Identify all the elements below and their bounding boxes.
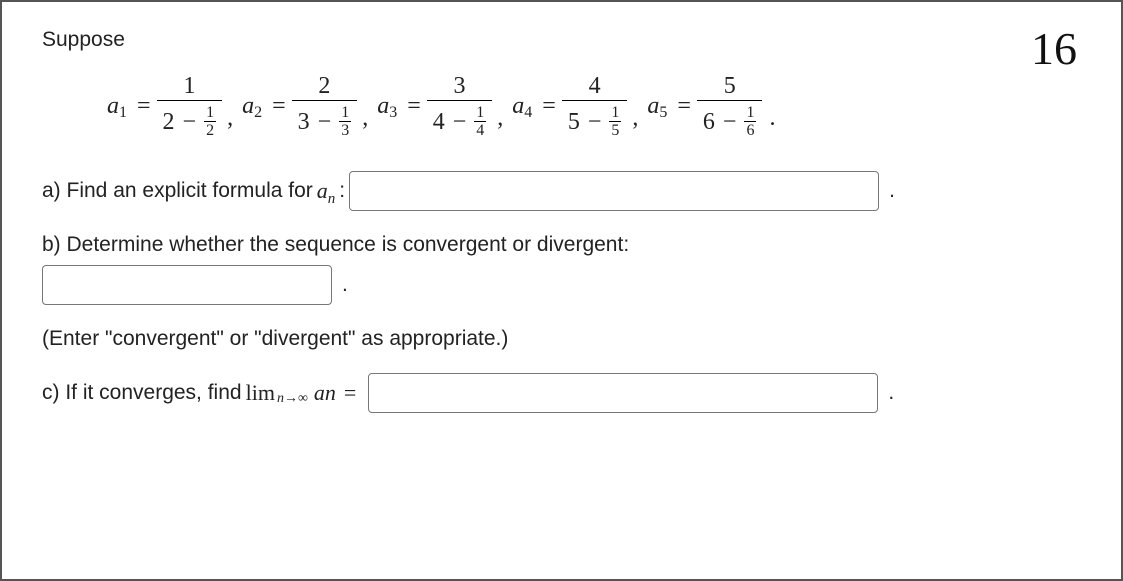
equals-sign: = bbox=[272, 93, 286, 120]
numerator: 3 bbox=[448, 72, 472, 100]
var-a: a bbox=[107, 93, 119, 120]
n-sub: n bbox=[325, 380, 336, 405]
minus-sign: − bbox=[183, 110, 197, 134]
minus-sign: − bbox=[588, 110, 602, 134]
term-a3: a 3 = 3 4 − 1 4 bbox=[377, 72, 492, 141]
denominator: 2 − 1 2 bbox=[157, 101, 223, 141]
fraction: 5 6 − 1 6 bbox=[697, 72, 763, 141]
subscript: 1 bbox=[119, 104, 127, 122]
equals-sign: = bbox=[344, 380, 356, 406]
var-a: a bbox=[647, 93, 659, 120]
denominator: 6 − 1 6 bbox=[697, 101, 763, 141]
page-number: 16 bbox=[1031, 22, 1077, 75]
equals-sign: = bbox=[542, 93, 556, 120]
arrow-icon: → bbox=[284, 391, 298, 406]
subscript: 3 bbox=[389, 104, 397, 122]
subscript: 2 bbox=[254, 104, 262, 122]
small-num: 1 bbox=[609, 105, 621, 121]
question-a-row: a) Find an explicit formula for an : . bbox=[42, 171, 1081, 211]
infinity-icon: ∞ bbox=[298, 391, 308, 406]
sequence-terms: a 1 = 1 2 − 1 2 , a 2 bbox=[104, 72, 1081, 141]
period: . bbox=[888, 381, 894, 405]
term-a4: a 4 = 4 5 − 1 5 bbox=[512, 72, 627, 141]
fraction: 1 2 − 1 2 bbox=[157, 72, 223, 141]
an-symbol: an bbox=[317, 178, 336, 204]
denominator: 4 − 1 4 bbox=[427, 101, 493, 141]
term-a2: a 2 = 2 3 − 1 3 bbox=[242, 72, 357, 141]
minus-sign: − bbox=[453, 110, 467, 134]
numerator: 5 bbox=[718, 72, 742, 100]
den-int: 2 bbox=[163, 110, 175, 134]
question-a-text: a) Find an explicit formula for bbox=[42, 179, 313, 203]
small-num: 1 bbox=[744, 105, 756, 121]
small-den: 5 bbox=[609, 122, 621, 139]
question-b-input-row: . bbox=[42, 265, 1081, 305]
question-b-row: b) Determine whether the sequence is con… bbox=[42, 233, 1081, 257]
small-fraction: 1 5 bbox=[609, 105, 621, 139]
period: . bbox=[889, 179, 895, 203]
limit-expression: lim n→∞ an = bbox=[246, 380, 365, 406]
problem-page: 16 Suppose a 1 = 1 2 − 1 2 , bbox=[0, 0, 1123, 581]
n-sub: n bbox=[328, 191, 336, 207]
small-fraction: 1 4 bbox=[474, 105, 486, 139]
small-den: 4 bbox=[474, 122, 486, 139]
answer-input-b[interactable] bbox=[42, 265, 332, 305]
den-int: 5 bbox=[568, 110, 580, 134]
var-a: a bbox=[242, 93, 254, 120]
fraction: 4 5 − 1 5 bbox=[562, 72, 628, 141]
an-symbol: an bbox=[314, 380, 336, 406]
small-fraction: 1 2 bbox=[204, 105, 216, 139]
var-a: a bbox=[377, 93, 389, 120]
lim-n: n bbox=[277, 391, 284, 406]
fraction: 3 4 − 1 4 bbox=[427, 72, 493, 141]
lim-subscript: n→∞ bbox=[277, 391, 308, 407]
comma: , bbox=[362, 105, 368, 132]
equals-sign: = bbox=[407, 93, 421, 120]
small-num: 1 bbox=[474, 105, 486, 121]
colon: : bbox=[339, 179, 345, 203]
question-c-row: c) If it converges, find lim n→∞ an = . bbox=[42, 373, 1081, 413]
den-int: 6 bbox=[703, 110, 715, 134]
a-var: a bbox=[317, 178, 328, 203]
small-num: 1 bbox=[204, 105, 216, 121]
den-int: 4 bbox=[433, 110, 445, 134]
equals-sign: = bbox=[137, 93, 151, 120]
small-den: 6 bbox=[744, 122, 756, 139]
intro-text: Suppose bbox=[42, 28, 1081, 52]
term-a5: a 5 = 5 6 − 1 6 bbox=[647, 72, 762, 141]
equals-sign: = bbox=[677, 93, 691, 120]
minus-sign: − bbox=[723, 110, 737, 134]
numerator: 2 bbox=[312, 72, 336, 100]
comma: , bbox=[632, 105, 638, 132]
denominator: 5 − 1 5 bbox=[562, 101, 628, 141]
comma: , bbox=[227, 105, 233, 132]
var-a: a bbox=[512, 93, 524, 120]
small-fraction: 1 6 bbox=[744, 105, 756, 139]
small-num: 1 bbox=[339, 105, 351, 121]
trailing-period: . bbox=[769, 105, 775, 132]
answer-input-c[interactable] bbox=[368, 373, 878, 413]
small-den: 2 bbox=[204, 122, 216, 139]
small-den: 3 bbox=[339, 122, 351, 139]
numerator: 4 bbox=[583, 72, 607, 100]
hint-text: (Enter "convergent" or "divergent" as ap… bbox=[42, 327, 508, 351]
term-a1: a 1 = 1 2 − 1 2 bbox=[107, 72, 222, 141]
comma: , bbox=[497, 105, 503, 132]
a-var: a bbox=[314, 380, 325, 405]
den-int: 3 bbox=[298, 110, 310, 134]
subscript: 5 bbox=[659, 104, 667, 122]
small-fraction: 1 3 bbox=[339, 105, 351, 139]
question-b-hint: (Enter "convergent" or "divergent" as ap… bbox=[42, 327, 1081, 351]
question-c-text: c) If it converges, find bbox=[42, 381, 242, 405]
subscript: 4 bbox=[524, 104, 532, 122]
answer-input-a[interactable] bbox=[349, 171, 879, 211]
denominator: 3 − 1 3 bbox=[292, 101, 358, 141]
lim-word: lim bbox=[246, 380, 275, 406]
fraction: 2 3 − 1 3 bbox=[292, 72, 358, 141]
numerator: 1 bbox=[177, 72, 201, 100]
question-b-text: b) Determine whether the sequence is con… bbox=[42, 233, 629, 257]
minus-sign: − bbox=[318, 110, 332, 134]
period: . bbox=[342, 273, 348, 297]
